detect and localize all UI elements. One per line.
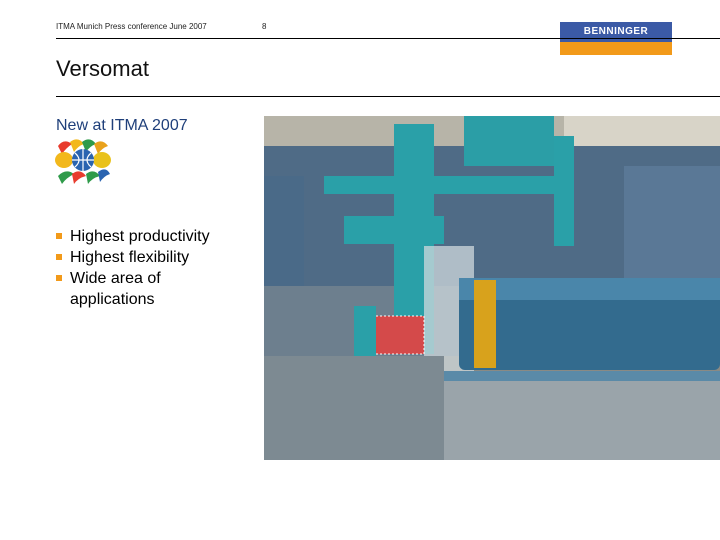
- bullet-square-icon: [56, 275, 62, 281]
- logo-text: BENNINGER: [560, 22, 672, 42]
- bullet-square-icon: [56, 254, 62, 260]
- bullet-text: Highest productivity: [70, 228, 210, 245]
- slide-subtitle: New at ITMA 2007: [56, 117, 188, 134]
- header-divider: [56, 38, 720, 39]
- bullet-square-icon: [56, 233, 62, 239]
- bullet-text: Highest flexibility: [70, 249, 190, 266]
- bullet-text: Wide area of applications: [70, 270, 161, 308]
- bullet-item: Wide area of applications: [56, 268, 246, 310]
- header-text: ITMA Munich Press conference June 2007: [56, 22, 207, 31]
- versomat-machine-photo: [264, 116, 720, 460]
- bullet-item: Highest productivity: [56, 226, 246, 247]
- itma-logo-icon: [55, 139, 111, 184]
- logo-orange-bar: [560, 42, 672, 55]
- page-number: 8: [262, 22, 267, 31]
- bullet-list: Highest productivity Highest flexibility…: [56, 226, 246, 310]
- bullet-item: Highest flexibility: [56, 247, 246, 268]
- title-divider: [56, 96, 720, 97]
- slide-title: Versomat: [56, 56, 149, 81]
